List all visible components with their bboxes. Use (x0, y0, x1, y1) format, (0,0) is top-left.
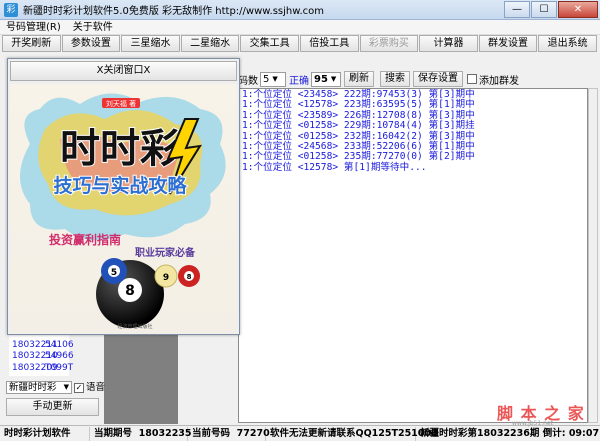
plan-output[interactable]: 1:个位定位 <23458> 222期:97453(3) 第[3]期中 1:个位定… (238, 88, 588, 423)
correct-select[interactable]: 95 ▼ (311, 71, 341, 87)
book-author: 刘天福 著 (106, 99, 136, 108)
add-group-label: 添加群发 (479, 75, 519, 87)
list-item[interactable]: 18032209 T099T (9, 363, 73, 375)
list-item[interactable]: 18032211 54106 (9, 340, 74, 352)
status-notice: 软件无法更新请联系QQ125T251000 (266, 426, 438, 441)
chevron-down-icon: ▼ (63, 383, 69, 391)
param-settings-button[interactable]: 参数设置 (61, 35, 121, 52)
intersection-tool-button[interactable]: 交集工具 (240, 35, 299, 52)
book-publisher: 经济管理出版社 (117, 323, 152, 330)
ball-number: 8 (187, 273, 192, 281)
controls-row: 码数 5 ▼ 正确 95 ▼ 刷新 搜索 保存设置 添加群发 (238, 71, 519, 87)
save-settings-button[interactable]: 保存设置 (413, 71, 463, 87)
two-star-filter-button[interactable]: 二星缩水 (180, 35, 240, 52)
menu-about[interactable]: 关于软件 (67, 20, 119, 34)
menu-number-manage[interactable]: 号码管理(R) (0, 20, 67, 34)
book-tagline: 投资赢利指南 (49, 232, 121, 247)
book-subtitle: 技巧与实战攻略 (53, 174, 187, 197)
ball-number: 9 (163, 273, 169, 283)
correct-label: 正确 (289, 75, 309, 87)
refresh-button[interactable]: 刷新 (344, 71, 374, 87)
exit-button[interactable]: 退出系统 (538, 35, 597, 52)
toolbar: 开奖刷新 参数设置 三星缩水 二星缩水 交集工具 倍投工具 彩票购买 计算器 群… (2, 35, 598, 52)
three-star-filter-button[interactable]: 三星缩水 (121, 35, 180, 52)
status-countdown: 新疆时时彩第18032236期 倒计: 09:07 (420, 427, 600, 439)
chevron-down-icon: ▼ (330, 74, 337, 83)
lottery-select[interactable]: 新疆时时彩 ▼ (6, 381, 72, 394)
ad-popup: X关闭窗口X 刘天福 著 时时彩 技巧与实战攻略 投资赢利指南 职业玩家必备 8… (7, 58, 240, 335)
book-cover-image[interactable]: 刘天福 著 时时彩 技巧与实战攻略 投资赢利指南 职业玩家必备 8 5 9 8 … (10, 84, 237, 333)
status-bar: 时时彩计划软件 当期期号 18032235 当前号码 77270 软件无法更新请… (0, 425, 600, 441)
count-value: 5 (263, 73, 270, 85)
book-tagline-2: 职业玩家必备 (135, 246, 196, 259)
book-cover-art: 刘天福 著 时时彩 技巧与实战攻略 投资赢利指南 职业玩家必备 8 5 9 8 … (10, 84, 237, 333)
maximize-button[interactable]: ☐ (531, 1, 557, 18)
book-title: 时时彩 (60, 126, 180, 172)
chevron-down-icon: ▼ (272, 74, 278, 83)
buy-lottery-button[interactable]: 彩票购买 (359, 35, 419, 52)
app-icon: 彩 (4, 2, 18, 17)
multiplier-tool-button[interactable]: 倍投工具 (299, 35, 359, 52)
voice-checkbox[interactable]: ✓ (74, 382, 84, 393)
group-send-settings-button[interactable]: 群发设置 (478, 35, 538, 52)
minimize-button[interactable]: — (504, 1, 530, 18)
close-popup-button[interactable]: X关闭窗口X (10, 61, 237, 81)
voice-label: 语音 (86, 382, 106, 393)
window-title: 新疆时时彩计划软件5.0免费版 彩无敌制作 http://www.ssjhw.c… (23, 6, 325, 17)
calculator-button[interactable]: 计算器 (419, 35, 478, 52)
output-line: 1:个位定位 <12578> 第[1]期等待中... (242, 161, 427, 173)
status-app-name: 时时彩计划软件 (0, 426, 90, 441)
history-list[interactable]: 1803221253737 1803221154106 180322105496… (9, 328, 74, 376)
ball-number: 8 (125, 283, 135, 299)
voice-toggle[interactable]: ✓ 语音 (74, 381, 105, 394)
close-button[interactable]: ✕ (558, 1, 598, 18)
window-controls: — ☐ ✕ (503, 1, 598, 18)
ball-number: 5 (111, 268, 117, 278)
correct-value: 95 (314, 73, 328, 85)
status-period: 当期期号 18032235 (90, 426, 192, 441)
status-number: 当前号码 77270 (188, 426, 270, 441)
search-button[interactable]: 搜索 (380, 71, 410, 87)
manual-update-button[interactable]: 手动更新 (6, 398, 99, 416)
count-label: 码数 (238, 75, 258, 87)
draw-refresh-button[interactable]: 开奖刷新 (2, 35, 61, 52)
add-group-checkbox[interactable] (467, 74, 477, 84)
lottery-select-value: 新疆时时彩 (9, 382, 57, 393)
watermark-url: www.jb51.net (512, 420, 553, 427)
output-scrollbar[interactable] (588, 88, 598, 423)
list-item[interactable]: 18032210 54966 (9, 351, 74, 363)
count-select[interactable]: 5 ▼ (260, 71, 286, 87)
menu-bar: 号码管理(R) 关于软件 (0, 20, 600, 35)
title-bar: 彩 新疆时时彩计划软件5.0免费版 彩无敌制作 http://www.ssjhw… (0, 0, 600, 20)
